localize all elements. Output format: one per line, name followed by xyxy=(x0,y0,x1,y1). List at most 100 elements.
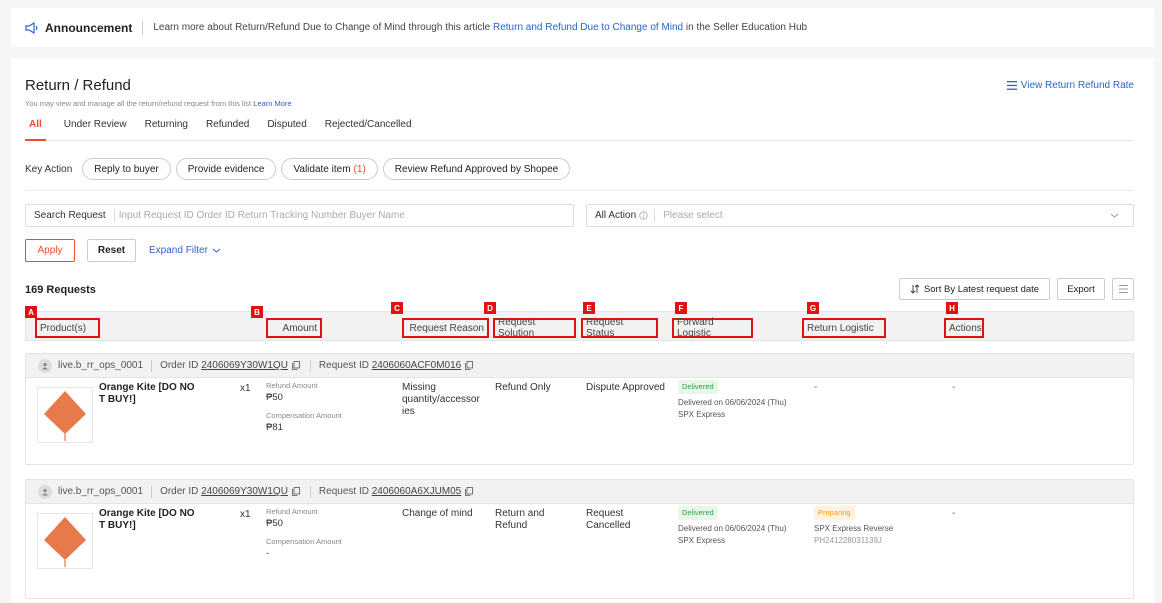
column-label: Request Status xyxy=(586,317,624,339)
order-header: live.b_rr_ops_0001 Order ID 2406069Y30W1… xyxy=(26,480,1133,504)
announcement-text: Learn more about Return/Refund Due to Ch… xyxy=(153,22,807,33)
request-reason: Missing quantity/accessor ies xyxy=(402,382,480,418)
status-badge: Delivered xyxy=(678,380,718,394)
reason-line: ies xyxy=(402,406,415,417)
tab-under-review[interactable]: Under Review xyxy=(64,117,127,141)
divider xyxy=(654,209,656,222)
order-header: live.b_rr_ops_0001 Order ID 2406069Y30W1… xyxy=(26,354,1133,378)
column-settings-button[interactable] xyxy=(1112,278,1134,300)
column-header-return-logistic: Return Logistic xyxy=(802,318,886,338)
forward-delivered-date: Delivered on 06/06/2024 (Thu) xyxy=(678,398,787,407)
info-icon xyxy=(639,211,648,220)
request-id-link[interactable]: 2406060A6XJUM05 xyxy=(372,486,462,497)
avatar xyxy=(38,358,52,373)
order-id-link[interactable]: 2406069Y30W1QU xyxy=(201,360,288,371)
forward-logistic: Delivered Delivered on 06/06/2024 (Thu) … xyxy=(678,380,787,421)
divider xyxy=(25,190,1134,191)
return-carrier: SPX Express Reverse xyxy=(814,524,894,533)
column-header-request-solution: Request Solution xyxy=(493,317,576,339)
column-badge: C xyxy=(391,302,403,314)
kite-image xyxy=(44,517,86,567)
announcement-title: Announcement xyxy=(45,20,133,35)
return-tracking-number: PH241228031139J xyxy=(814,536,882,545)
column-badge: H xyxy=(946,302,958,314)
column-badge: G xyxy=(807,302,819,314)
copy-icon[interactable] xyxy=(465,487,474,496)
order-card: live.b_rr_ops_0001 Order ID 2406069Y30W1… xyxy=(25,353,1134,465)
column-label: Actions xyxy=(949,322,982,334)
copy-icon[interactable] xyxy=(292,487,300,496)
announcement-article-link[interactable]: Return and Refund Due to Change of Mind xyxy=(493,22,683,33)
validate-item-button[interactable]: Validate item (1) xyxy=(281,158,378,180)
order-row: Orange Kite [DO NO T BUY!] x1 Refund Amou… xyxy=(26,504,1133,594)
expand-filter-button[interactable]: Expand Filter xyxy=(149,245,221,256)
product-name[interactable]: Orange Kite [DO NO T BUY!] xyxy=(99,382,195,406)
export-button[interactable]: Export xyxy=(1057,278,1105,300)
column-label: Product(s) xyxy=(40,322,87,334)
search-request-field[interactable]: Search Request Input Request ID Order ID… xyxy=(25,204,574,227)
search-request-label[interactable]: Search Request xyxy=(26,210,114,221)
column-label: Return Logistic xyxy=(807,322,874,334)
tab-returning[interactable]: Returning xyxy=(145,117,188,141)
forward-carrier: SPX Express xyxy=(678,536,726,545)
request-id-label: Request ID xyxy=(318,360,369,371)
tab-all[interactable]: All xyxy=(25,117,46,141)
request-id-link[interactable]: 2406060ACF0M016 xyxy=(372,360,462,371)
announcement-text-after: in the Seller Education Hub xyxy=(683,22,808,33)
avatar xyxy=(38,484,52,499)
status-badge: Preparing xyxy=(814,506,855,520)
page-subtitle: You may view and manage all the return/r… xyxy=(25,99,292,108)
review-refund-approved-button[interactable]: Review Refund Approved by Shopee xyxy=(382,158,571,180)
divider xyxy=(151,485,153,498)
column-header-actions: Actions xyxy=(944,318,984,338)
tab-disputed[interactable]: Disputed xyxy=(267,117,306,141)
apply-button[interactable]: Apply xyxy=(25,239,75,262)
request-id-label: Request ID xyxy=(318,486,369,497)
order-card: live.b_rr_ops_0001 Order ID 2406069Y30W1… xyxy=(25,479,1134,599)
compensation-amount: ₱81 xyxy=(266,422,283,433)
column-label: Amount xyxy=(282,322,317,334)
copy-icon[interactable] xyxy=(292,361,300,370)
status-tabs: All Under Review Returning Refunded Disp… xyxy=(25,117,1134,141)
product-name-line: Orange Kite [DO NO xyxy=(99,382,195,393)
product-name[interactable]: Orange Kite [DO NO T BUY!] xyxy=(99,508,195,532)
table-header: Product(s) Amount Request Reason Request… xyxy=(25,311,1134,341)
sort-button[interactable]: Sort By Latest request date xyxy=(899,278,1050,300)
buyer-username[interactable]: live.b_rr_ops_0001 xyxy=(58,360,143,371)
provide-evidence-button[interactable]: Provide evidence xyxy=(175,158,277,180)
kite-image xyxy=(44,391,86,441)
search-input[interactable]: Input Request ID Order ID Return Trackin… xyxy=(115,210,405,221)
column-badge: F xyxy=(675,302,687,314)
tab-refunded[interactable]: Refunded xyxy=(206,117,249,141)
all-action-select[interactable]: All Action Please select xyxy=(586,204,1134,227)
page-title: Return / Refund xyxy=(25,77,131,94)
column-label: Forward Logistic xyxy=(677,317,714,339)
buyer-username[interactable]: live.b_rr_ops_0001 xyxy=(58,486,143,497)
all-action-label-text: All Action xyxy=(595,210,637,221)
status-line: Cancelled xyxy=(586,520,631,531)
rate-link-label: View Return Refund Rate xyxy=(1020,80,1134,91)
return-logistic: - xyxy=(814,382,818,393)
copy-icon[interactable] xyxy=(465,361,474,370)
column-label: Request Solution xyxy=(498,317,536,339)
learn-more-link[interactable]: Learn More xyxy=(253,99,291,108)
tab-rejected-cancelled[interactable]: Rejected/Cancelled xyxy=(325,117,412,141)
divider xyxy=(142,20,144,35)
solution-line: Refund xyxy=(495,520,528,531)
all-action-label: All Action xyxy=(587,210,654,221)
request-solution: Return and Refund xyxy=(495,508,544,532)
status-line: Dispute Approved xyxy=(586,382,665,393)
product-image[interactable] xyxy=(37,387,93,443)
solution-line: Return and xyxy=(495,508,545,519)
order-row: Orange Kite [DO NO T BUY!] x1 Refund Amou… xyxy=(26,378,1133,464)
order-id-link[interactable]: 2406069Y30W1QU xyxy=(201,486,288,497)
column-badge: E xyxy=(583,302,595,314)
compensation-amount-label: Compensation Amount xyxy=(266,411,342,420)
request-count: 169 Requests xyxy=(25,284,96,296)
reset-button[interactable]: Reset xyxy=(87,239,136,262)
reply-to-buyer-button[interactable]: Reply to buyer xyxy=(82,158,171,180)
actions-cell: - xyxy=(952,382,956,393)
view-return-refund-rate-link[interactable]: View Return Refund Rate xyxy=(1006,80,1134,91)
pill-label: Validate item xyxy=(293,163,351,175)
product-image[interactable] xyxy=(37,513,93,569)
